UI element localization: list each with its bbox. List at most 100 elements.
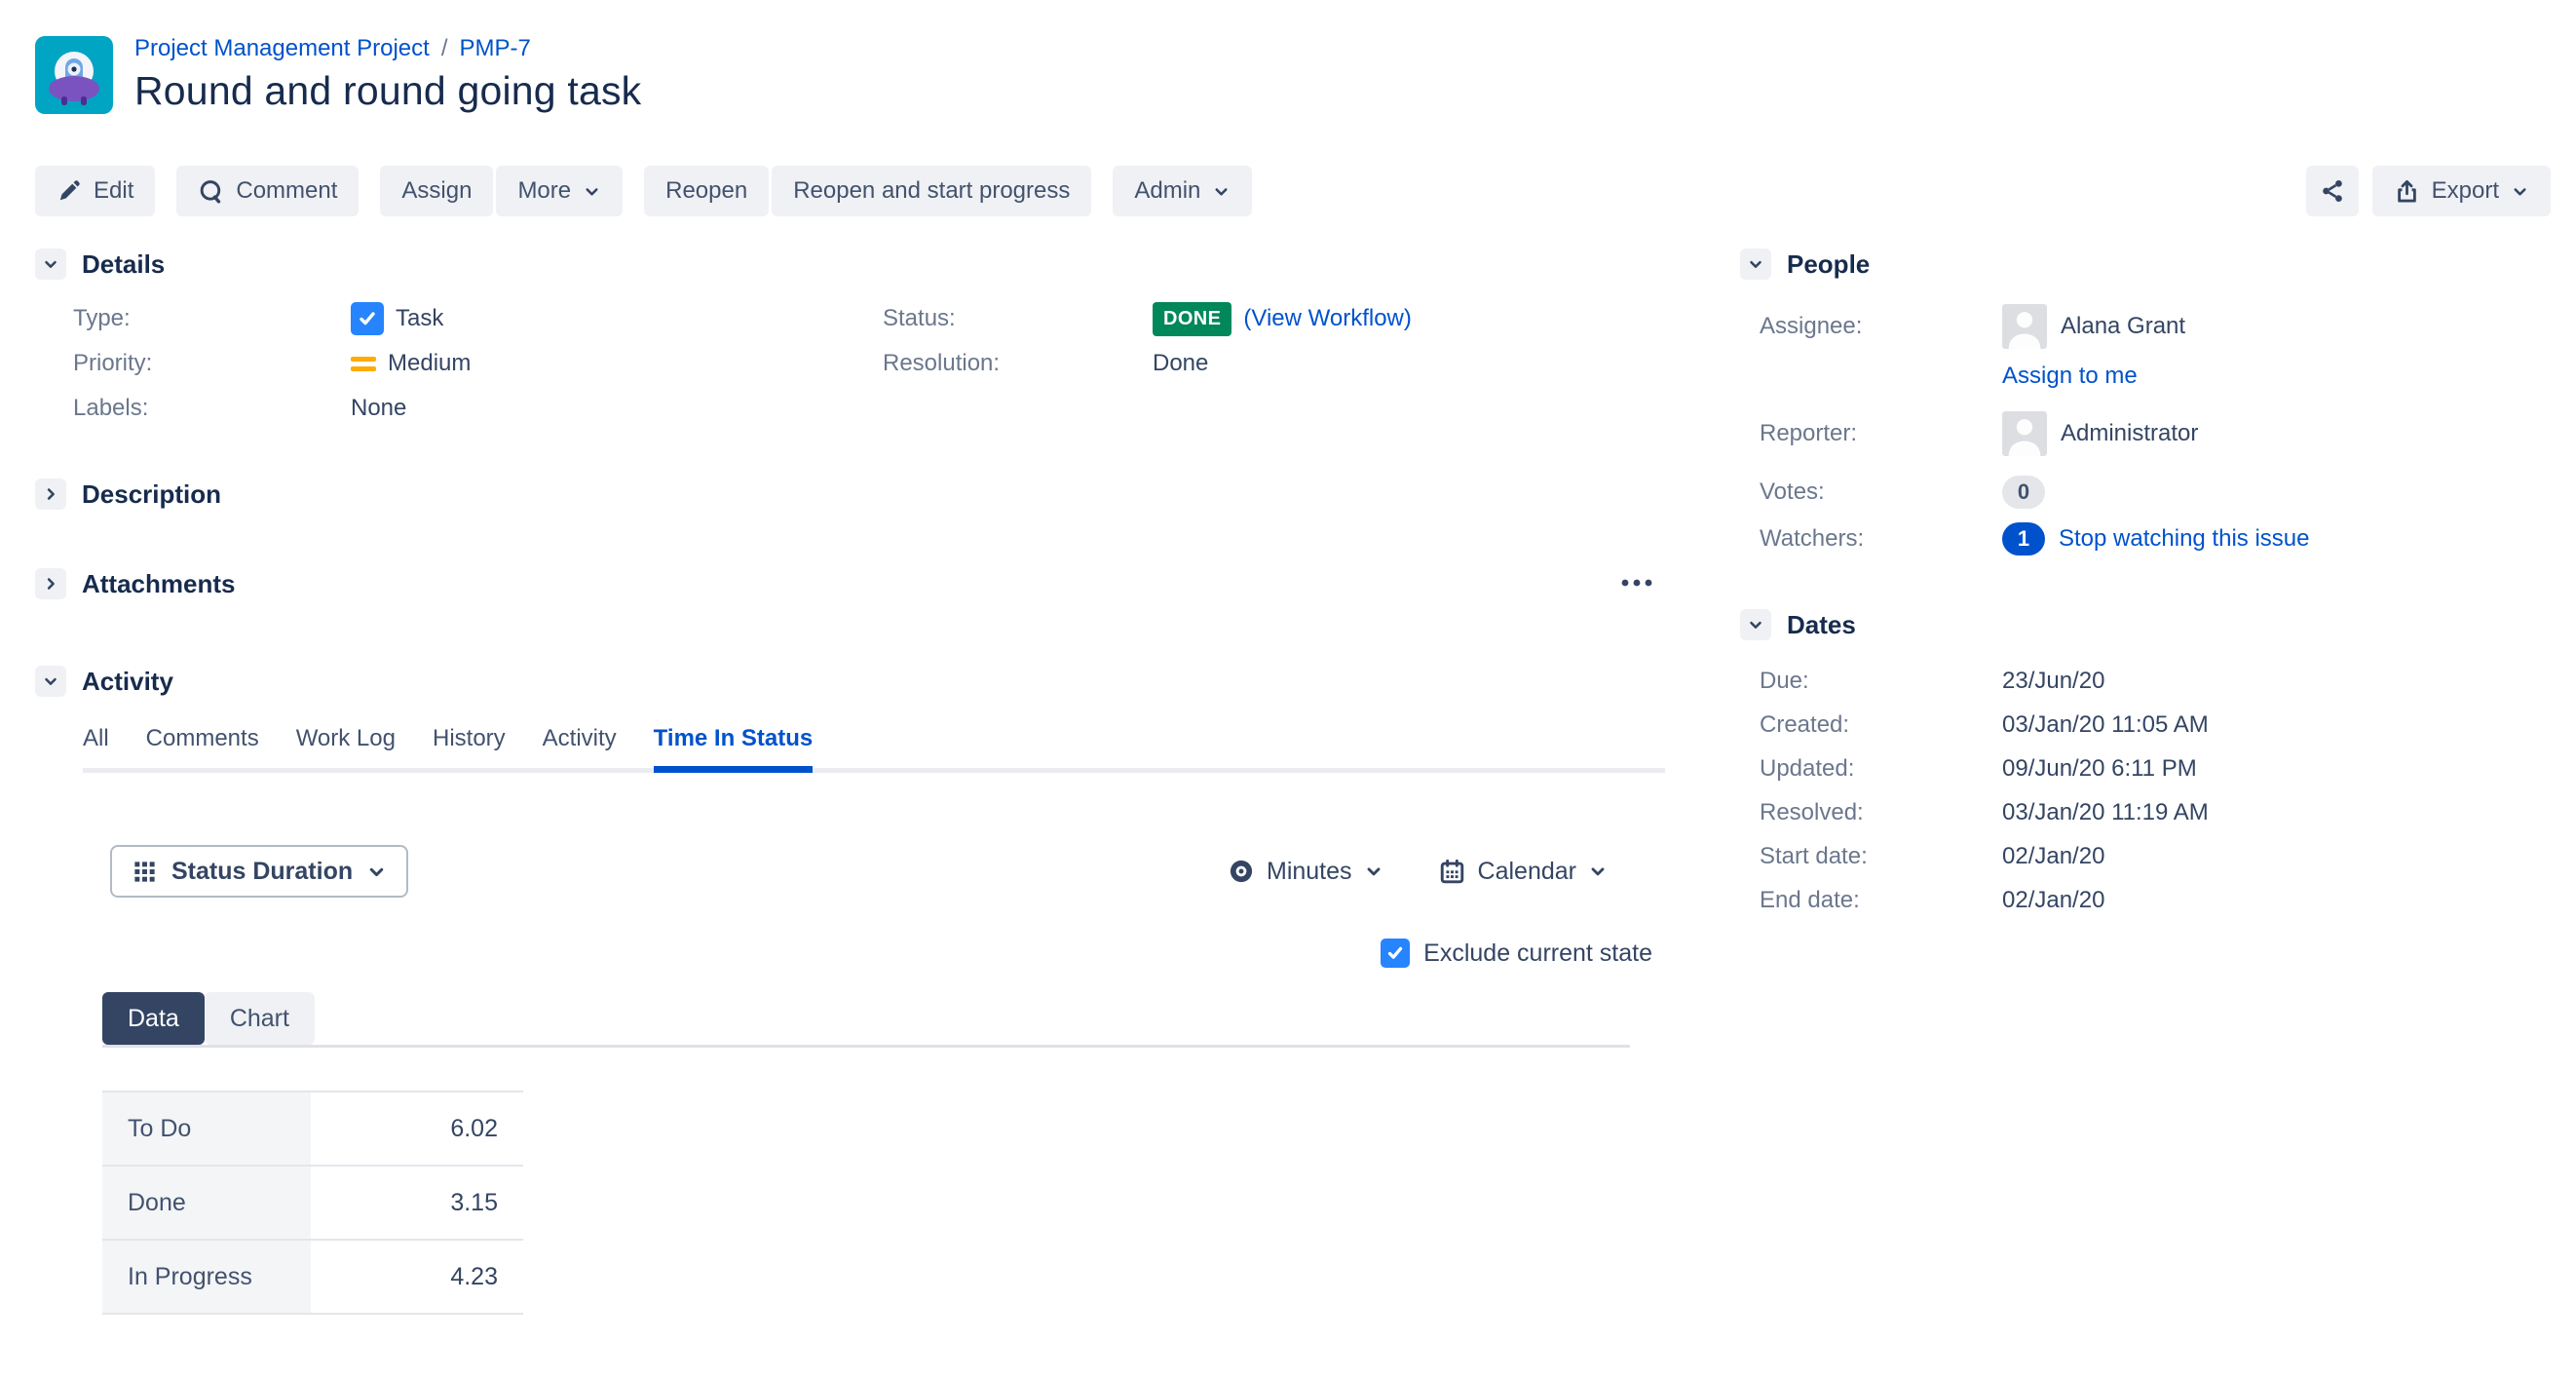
status-duration-label: Status Duration xyxy=(171,858,353,886)
comment-button[interactable]: Comment xyxy=(176,166,359,216)
data-tab[interactable]: Data xyxy=(102,992,205,1045)
edit-label: Edit xyxy=(94,177,133,205)
share-button[interactable] xyxy=(2306,166,2359,216)
activity-collapse-button[interactable] xyxy=(35,666,66,697)
table-row: In Progress 4.23 xyxy=(102,1240,523,1314)
reopen-button[interactable]: Reopen xyxy=(644,166,769,216)
dates-section-header: Dates xyxy=(1740,608,2551,641)
description-section-header: Description xyxy=(35,478,1665,511)
created-date-row: Created: 03/Jan/20 11:05 AM xyxy=(1740,703,2551,747)
breadcrumb-project-link[interactable]: Project Management Project xyxy=(134,35,430,62)
assign-label: Assign xyxy=(401,177,472,205)
comment-bubble-icon xyxy=(198,178,224,205)
reporter-avatar xyxy=(2002,411,2047,456)
tab-comments[interactable]: Comments xyxy=(146,725,259,768)
exclude-row: Exclude current state xyxy=(35,939,1665,968)
people-collapse-button[interactable] xyxy=(1740,249,1771,280)
status-value-cell: 3.15 xyxy=(311,1166,523,1240)
type-label: Type: xyxy=(73,305,351,332)
end-date-row: End date: 02/Jan/20 xyxy=(1740,878,2551,922)
priority-value-text: Medium xyxy=(388,350,471,377)
page-title: Round and round going task xyxy=(134,68,641,114)
status-row: Status: DONE (View Workflow) xyxy=(883,296,1665,341)
description-expand-button[interactable] xyxy=(35,479,66,510)
share-icon xyxy=(2319,177,2346,205)
chevron-down-icon xyxy=(1588,862,1608,881)
view-workflow-link[interactable]: (View Workflow) xyxy=(1243,305,1411,332)
description-section-title: Description xyxy=(82,479,221,510)
priority-medium-icon xyxy=(351,357,376,371)
reporter-row: Reporter: Administrator xyxy=(1740,411,2551,456)
toolbar-left: Edit Comment Assign More xyxy=(35,166,1252,216)
details-collapse-button[interactable] xyxy=(35,249,66,280)
task-type-icon xyxy=(351,302,384,335)
updated-date-row: Updated: 09/Jun/20 6:11 PM xyxy=(1740,747,2551,790)
due-value: 23/Jun/20 xyxy=(2002,668,2104,695)
activity-tabs: All Comments Work Log History Activity T… xyxy=(83,725,1665,773)
chevron-down-icon xyxy=(42,255,59,273)
table-row: To Do 6.02 xyxy=(102,1092,523,1166)
export-button[interactable]: Export xyxy=(2372,166,2551,216)
exclude-checkbox[interactable] xyxy=(1381,939,1410,968)
admin-label: Admin xyxy=(1134,177,1200,205)
exclude-current-state-option[interactable]: Exclude current state xyxy=(1381,939,1652,968)
chevron-down-icon xyxy=(2511,182,2529,201)
admin-button[interactable]: Admin xyxy=(1113,166,1252,216)
reopen-start-progress-button[interactable]: Reopen and start progress xyxy=(772,166,1091,216)
chart-tab[interactable]: Chart xyxy=(205,992,315,1045)
watchers-value: 1 Stop watching this issue xyxy=(2002,522,2309,556)
status-value: DONE (View Workflow) xyxy=(1153,302,1412,336)
assignee-avatar xyxy=(2002,304,2047,349)
start-date-value: 02/Jan/20 xyxy=(2002,843,2104,870)
assign-to-me-link[interactable]: Assign to me xyxy=(2002,363,2138,390)
updated-label: Updated: xyxy=(1740,755,2002,783)
dates-collapse-button[interactable] xyxy=(1740,609,1771,640)
attachments-more-options-button[interactable] xyxy=(1614,571,1659,597)
end-date-value: 02/Jan/20 xyxy=(2002,887,2104,914)
labels-value-text: None xyxy=(351,395,406,422)
export-label: Export xyxy=(2432,177,2499,205)
unit-dropdown[interactable]: Minutes xyxy=(1228,858,1383,886)
stop-watching-link[interactable]: Stop watching this issue xyxy=(2059,525,2309,553)
attachments-expand-button[interactable] xyxy=(35,568,66,599)
reopen-start-progress-label: Reopen and start progress xyxy=(793,177,1070,205)
chevron-down-icon xyxy=(1212,182,1231,201)
assignee-name-link[interactable]: Alana Grant xyxy=(2061,313,2185,340)
tab-work-log[interactable]: Work Log xyxy=(296,725,396,768)
calendar-label: Calendar xyxy=(1478,858,1576,886)
project-avatar-icon[interactable] xyxy=(35,36,113,114)
watchers-count-badge: 1 xyxy=(2002,522,2045,556)
result-tabs: Data Chart xyxy=(102,992,1630,1048)
resolution-row: Resolution: Done xyxy=(883,341,1665,386)
tab-activity[interactable]: Activity xyxy=(543,725,617,768)
time-in-status-table: To Do 6.02 Done 3.15 In Progress 4.23 xyxy=(102,1091,523,1315)
issue-header: Project Management Project / PMP-7 Round… xyxy=(35,35,2551,114)
tab-history[interactable]: History xyxy=(433,725,506,768)
chevron-down-icon xyxy=(1747,255,1764,273)
reporter-name-link[interactable]: Administrator xyxy=(2061,420,2198,447)
status-name-cell: In Progress xyxy=(102,1240,311,1314)
chevron-down-icon xyxy=(1364,862,1383,881)
content: Details Type: Task Priority: xyxy=(35,248,2551,1315)
more-button[interactable]: More xyxy=(496,166,623,216)
pencil-icon xyxy=(57,178,82,204)
status-badge: DONE xyxy=(1153,302,1231,336)
reopen-label: Reopen xyxy=(665,177,747,205)
end-date-label: End date: xyxy=(1740,887,2002,914)
calendar-dropdown[interactable]: Calendar xyxy=(1438,858,1608,886)
tab-time-in-status[interactable]: Time In Status xyxy=(654,725,814,768)
chevron-down-icon xyxy=(1747,616,1764,633)
tab-all[interactable]: All xyxy=(83,725,109,768)
grid-icon xyxy=(132,859,158,885)
assign-button[interactable]: Assign xyxy=(380,166,493,216)
status-duration-dropdown[interactable]: Status Duration xyxy=(110,845,408,898)
resolution-value-text: Done xyxy=(1153,350,1208,377)
start-date-row: Start date: 02/Jan/20 xyxy=(1740,834,2551,878)
issue-page: Project Management Project / PMP-7 Round… xyxy=(0,0,2576,1380)
details-right-column: Status: DONE (View Workflow) Resolution:… xyxy=(883,296,1665,431)
breadcrumb-issue-key-link[interactable]: PMP-7 xyxy=(459,35,530,62)
more-label: More xyxy=(517,177,571,205)
priority-value: Medium xyxy=(351,350,471,377)
edit-button[interactable]: Edit xyxy=(35,166,155,216)
priority-label: Priority: xyxy=(73,350,351,377)
